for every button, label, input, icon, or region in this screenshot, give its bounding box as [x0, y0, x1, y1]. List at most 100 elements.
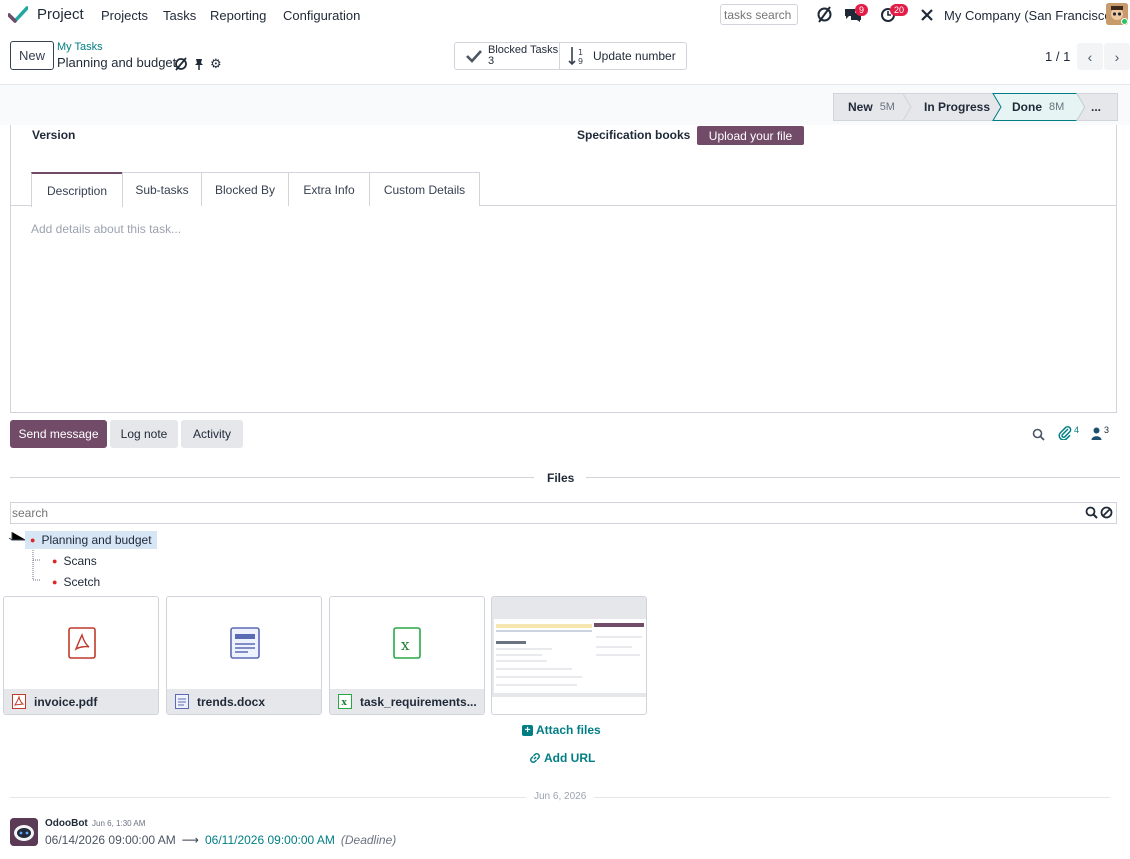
company-switcher[interactable]: My Company (San Francisco) [944, 8, 1116, 23]
notebook-tabs: Description Sub-tasks Blocked By Extra I… [10, 172, 1117, 207]
update-number-button[interactable]: 1 9 Update number [559, 42, 687, 70]
file-card-task-requirements[interactable]: x x task_requirements... [329, 596, 485, 715]
check-icon [466, 50, 482, 63]
new-value: 06/11/2026 09:00:00 AM [204, 833, 335, 847]
folder-icon: ● [30, 535, 36, 545]
breadcrumb-my-tasks[interactable]: My Tasks [57, 41, 103, 53]
date-separator-right [594, 797, 1110, 798]
breadcrumb-current-record: Planning and budget [57, 55, 177, 70]
user-avatar[interactable] [1106, 3, 1128, 25]
record-actions: ⚙ [174, 56, 222, 72]
menu-projects[interactable]: Projects [101, 8, 148, 23]
user-icon [1091, 427, 1102, 440]
messages-badge: 9 [855, 4, 869, 16]
chevron-left-icon: ‹ [1087, 48, 1093, 65]
tasks-search-input[interactable] [720, 4, 798, 25]
svg-text:x: x [342, 698, 348, 708]
file-card-screenshot[interactable] [491, 596, 647, 715]
pdf-icon [68, 627, 96, 659]
search-icon[interactable] [1032, 428, 1045, 441]
stage-done[interactable]: Done 8M [1012, 93, 1064, 120]
tree-folder-scetch[interactable]: ● Scetch [52, 575, 100, 589]
activity-button[interactable]: Activity [181, 420, 243, 448]
activities-badge: 20 [890, 4, 909, 16]
attach-files-link[interactable]: + Attach files [522, 723, 601, 737]
tab-blocked-by[interactable]: Blocked By [201, 172, 289, 206]
pdf-icon [12, 694, 26, 709]
tracked-field-name: (Deadline) [340, 833, 397, 847]
attachments-count: 4 [1074, 425, 1080, 435]
message-time: Jun 6, 1:30 AM [92, 819, 146, 828]
sync-icon[interactable] [174, 57, 188, 71]
app-name[interactable]: Project [37, 6, 84, 23]
files-search-button[interactable] [1085, 506, 1098, 522]
thread-date: Jun 6, 2026 [534, 791, 587, 802]
sort-numeric-icon: 1 9 [568, 47, 583, 66]
file-name-bar: x task_requirements... [330, 689, 484, 714]
files-title: Files [547, 471, 575, 485]
folder-icon: ● [52, 577, 58, 587]
tools-icon[interactable] [920, 8, 934, 22]
files-separator-right [586, 477, 1120, 478]
file-name-bar: trends.docx [167, 689, 321, 714]
arrow-right-icon: ⟶ [181, 833, 199, 847]
spreadsheet-icon: x [393, 627, 421, 659]
file-card-invoice[interactable]: invoice.pdf [3, 596, 159, 715]
refresh-icon[interactable] [816, 6, 833, 23]
svg-text:1: 1 [578, 48, 583, 57]
new-button[interactable]: New [10, 41, 54, 70]
tab-description[interactable]: Description [31, 172, 123, 207]
image-thumbnail [492, 597, 646, 697]
stage-new[interactable]: New 5M [848, 93, 895, 120]
update-number-label: Update number [593, 49, 676, 63]
followers-count: 3 [1104, 425, 1110, 435]
add-url-link[interactable]: Add URL [529, 751, 595, 765]
send-message-button[interactable]: Send message [10, 420, 107, 448]
pin-icon[interactable] [193, 58, 205, 70]
description-editor[interactable]: Add details about this task... [31, 222, 181, 236]
log-note-button[interactable]: Log note [110, 420, 178, 448]
odoobot-avatar[interactable] [10, 818, 38, 846]
paperclip-icon [1058, 425, 1072, 440]
link-icon [530, 753, 540, 763]
blocked-tasks-smart-button[interactable]: Blocked Tasks 3 [454, 42, 560, 70]
tree-folder-scans[interactable]: ● Scans [52, 554, 97, 568]
ban-icon [1100, 506, 1113, 519]
menu-tasks[interactable]: Tasks [163, 8, 196, 23]
document-icon [230, 627, 260, 659]
stage-more-button[interactable]: ... [1091, 93, 1101, 120]
pager-previous-button[interactable]: ‹ [1077, 43, 1103, 70]
file-name-bar: invoice.pdf [4, 689, 158, 714]
date-separator-left [10, 797, 526, 798]
spreadsheet-icon: x [338, 694, 352, 709]
form-sheet [10, 125, 1117, 413]
blocked-tasks-count: 3 [488, 55, 495, 67]
attachments-button[interactable]: 4 [1058, 425, 1079, 440]
files-separator-left [10, 477, 534, 478]
control-panel: New My Tasks Planning and budget ⚙ Block… [0, 30, 1130, 85]
clear-search-button[interactable] [1100, 506, 1113, 522]
chevron-right-icon: › [1114, 48, 1120, 65]
specification-books-label: Specification books [577, 128, 691, 142]
message-author[interactable]: OdooBot [45, 818, 88, 829]
followers-button[interactable]: 3 [1091, 425, 1109, 440]
svg-text:x: x [401, 636, 410, 654]
upload-file-button[interactable]: Upload your file [697, 126, 804, 145]
files-search-input[interactable] [10, 502, 1117, 524]
online-status-icon [1121, 18, 1128, 25]
file-card-trends[interactable]: trends.docx [166, 596, 322, 715]
pager-value[interactable]: 1 / 1 [1045, 49, 1070, 64]
menu-configuration[interactable]: Configuration [283, 8, 360, 23]
gear-icon[interactable]: ⚙ [210, 56, 222, 72]
svg-text:9: 9 [578, 57, 583, 66]
tracking-value: 06/14/2026 09:00:00 AM ⟶ 06/11/2026 09:0… [45, 833, 396, 847]
pager-next-button[interactable]: › [1104, 43, 1130, 70]
tab-custom-details[interactable]: Custom Details [369, 172, 480, 206]
plus-square-icon: + [522, 724, 533, 736]
tree-folder-planning-and-budget[interactable]: ● Planning and budget [25, 531, 157, 549]
menu-reporting[interactable]: Reporting [210, 8, 266, 23]
project-app-icon[interactable] [8, 6, 28, 24]
tab-extra-info[interactable]: Extra Info [288, 172, 370, 206]
stage-in-progress[interactable]: In Progress [924, 93, 990, 120]
tab-sub-tasks[interactable]: Sub-tasks [122, 172, 202, 206]
